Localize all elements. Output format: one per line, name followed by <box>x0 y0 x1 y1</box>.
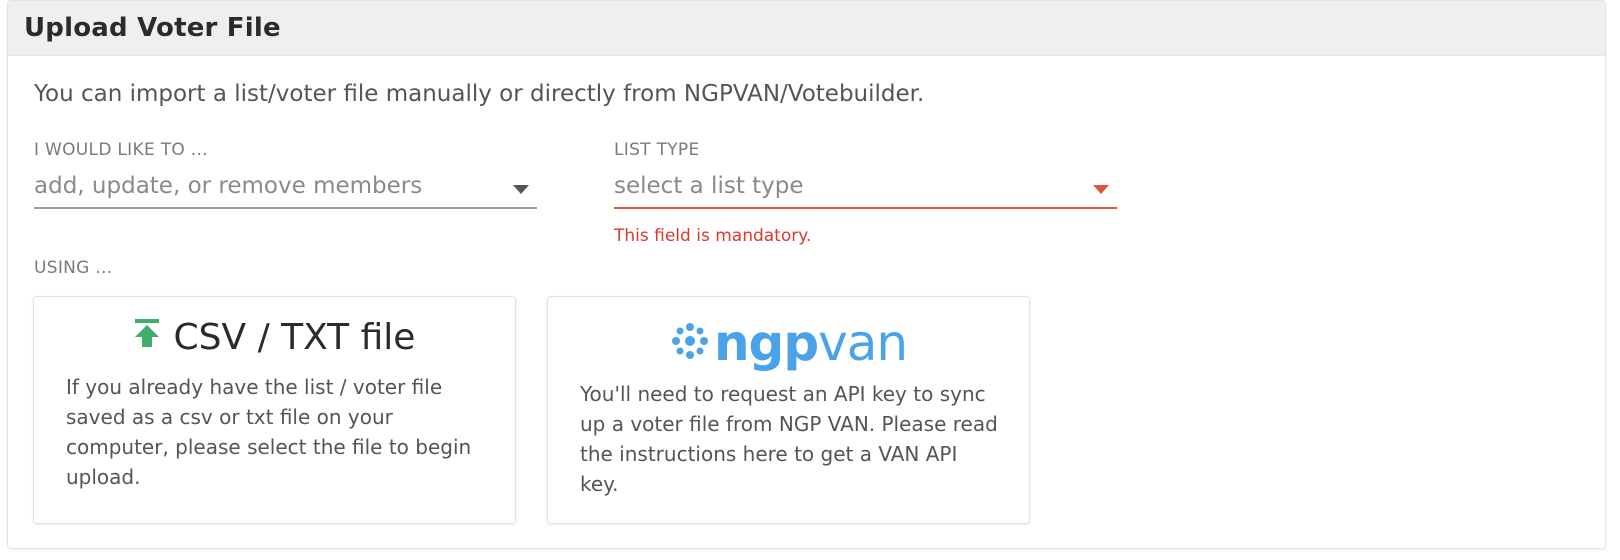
action-select-placeholder: add, update, or remove members <box>34 173 423 199</box>
using-label: USING ... <box>34 258 113 278</box>
list-type-select[interactable]: select a list type <box>614 171 1117 209</box>
ngpvan-logo: ngpvan <box>548 315 1029 371</box>
list-type-error-message: This field is mandatory. <box>614 226 812 246</box>
ngpvan-wordmark-light: van <box>818 314 908 372</box>
csv-upload-card[interactable]: CSV / TXT file If you already have the l… <box>33 296 516 524</box>
csv-card-title: CSV / TXT file <box>173 317 416 358</box>
ngpvan-wordmark: ngpvan <box>713 314 908 372</box>
ngpvan-wordmark-bold: ngp <box>713 314 819 372</box>
upload-voter-file-panel: Upload Voter File You can import a list/… <box>7 0 1606 549</box>
intro-text: You can import a list/voter file manuall… <box>34 81 925 107</box>
ngpvan-card-description: You'll need to request an API key to syn… <box>580 382 998 496</box>
ngpvan-card[interactable]: ngpvan You'll need to request an API key… <box>547 296 1030 524</box>
list-type-field-label: LIST TYPE <box>614 140 700 160</box>
action-field-label: I WOULD LIKE TO ... <box>34 140 208 160</box>
upload-arrow-icon <box>134 316 160 357</box>
ngpvan-dots-icon <box>671 323 708 359</box>
chevron-down-icon <box>1093 185 1109 194</box>
csv-card-heading: CSV / TXT file <box>34 317 515 360</box>
chevron-down-icon <box>513 185 529 194</box>
csv-card-description: If you already have the list / voter fil… <box>66 375 472 489</box>
panel-header: Upload Voter File <box>8 1 1605 56</box>
list-type-select-placeholder: select a list type <box>614 173 804 199</box>
page-title: Upload Voter File <box>24 13 281 43</box>
action-select[interactable]: add, update, or remove members <box>34 171 537 209</box>
